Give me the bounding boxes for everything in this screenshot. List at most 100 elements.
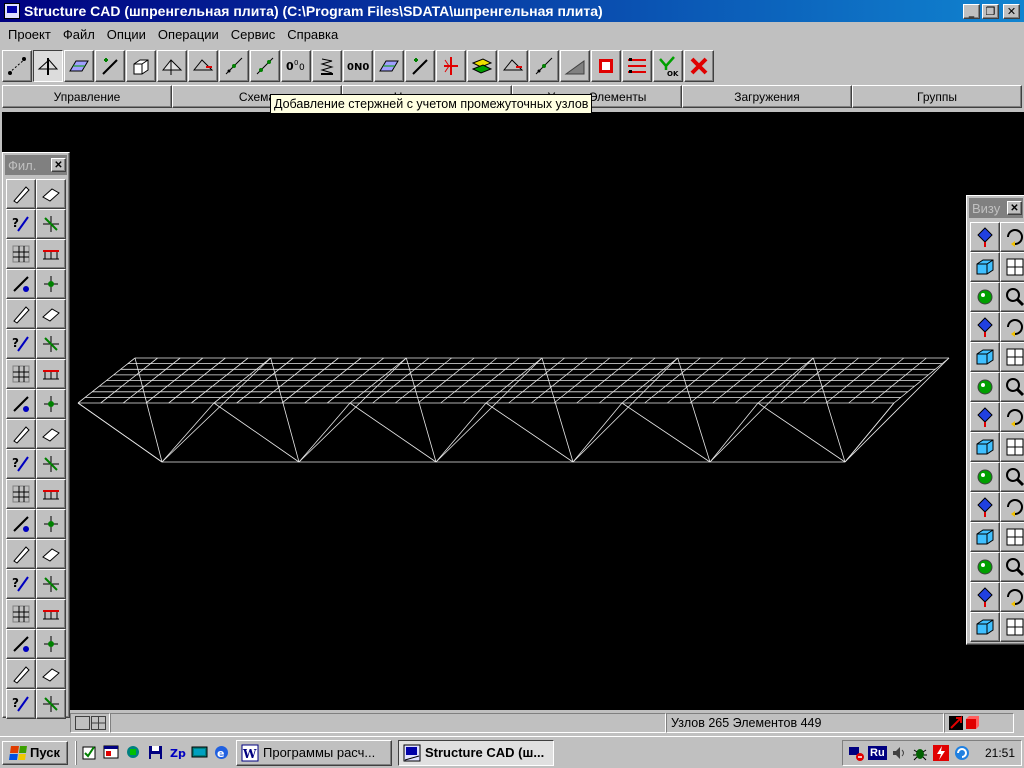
view-rotate-20[interactable] <box>1000 492 1024 522</box>
red-cross-icon[interactable] <box>684 50 714 82</box>
view-projection-7[interactable] <box>970 312 1000 342</box>
view-cube-15[interactable] <box>970 432 1000 462</box>
slab-icon[interactable] <box>560 50 590 82</box>
plane-arrow-icon[interactable] <box>188 50 218 82</box>
filter-node-35[interactable]: ? <box>6 689 36 719</box>
desktop-icon[interactable] <box>191 744 208 761</box>
red-box-icon[interactable] <box>591 50 621 82</box>
filter-node-3[interactable]: ? <box>6 209 36 239</box>
status-cell-views[interactable] <box>70 713 110 733</box>
visualization-palette-close-button[interactable]: ✕ <box>1007 201 1022 215</box>
menu-help[interactable]: Справка <box>281 25 344 44</box>
filter-eraser-26[interactable] <box>36 539 66 569</box>
view-projection-25[interactable] <box>970 582 1000 612</box>
grid-plane-icon[interactable] <box>64 50 94 82</box>
table-icon[interactable] <box>622 50 652 82</box>
filter-element-20[interactable] <box>36 449 66 479</box>
view-zoom-24[interactable] <box>1000 552 1024 582</box>
filter-bar-31[interactable] <box>6 629 36 659</box>
spring-icon[interactable] <box>312 50 342 82</box>
view-toggle-17[interactable] <box>970 462 1000 492</box>
tab-control[interactable]: Управление <box>2 85 172 108</box>
filter-pencil-9[interactable] <box>6 299 36 329</box>
bar-diag-icon[interactable] <box>219 50 249 82</box>
tab-groups[interactable]: Группы <box>852 85 1022 108</box>
filter-element-4[interactable] <box>36 209 66 239</box>
filter-element-28[interactable] <box>36 569 66 599</box>
filter-grid-21[interactable] <box>6 479 36 509</box>
view-cube-9[interactable] <box>970 342 1000 372</box>
task-button-structure-cad[interactable]: Structure CAD (ш... <box>398 739 554 766</box>
filter-joint-24[interactable] <box>36 509 66 539</box>
filter-joint-32[interactable] <box>36 629 66 659</box>
view-grid-16[interactable] <box>1000 432 1024 462</box>
zp-app-icon[interactable]: Zp <box>169 744 186 761</box>
mirror-icon[interactable] <box>436 50 466 82</box>
filter-bar-15[interactable] <box>6 389 36 419</box>
filter-node-27[interactable]: ? <box>6 569 36 599</box>
box-icon[interactable] <box>126 50 156 82</box>
volume-icon[interactable] <box>890 744 908 762</box>
filter-palette-close-button[interactable]: ✕ <box>51 158 66 172</box>
view-rotate-14[interactable] <box>1000 402 1024 432</box>
node-number-icon[interactable]: 000 <box>281 50 311 82</box>
menu-project[interactable]: Проект <box>2 25 57 44</box>
view-zoom-18[interactable] <box>1000 462 1024 492</box>
tab-loads[interactable]: Загружения <box>682 85 852 108</box>
view-toggle-23[interactable] <box>970 552 1000 582</box>
filter-eraser-10[interactable] <box>36 299 66 329</box>
notepad-check-icon[interactable] <box>81 744 98 761</box>
view-zoom-12[interactable] <box>1000 372 1024 402</box>
bug-tray-icon[interactable] <box>911 744 929 762</box>
filter-eraser-34[interactable] <box>36 659 66 689</box>
fragment-icon[interactable] <box>498 50 528 82</box>
filter-grid-29[interactable] <box>6 599 36 629</box>
filter-support-14[interactable] <box>36 359 66 389</box>
status-cell-icons[interactable] <box>944 713 1014 733</box>
nodes-diag-icon[interactable] <box>250 50 280 82</box>
view-grid-10[interactable] <box>1000 342 1024 372</box>
menu-file[interactable]: Файл <box>57 25 101 44</box>
filter-node-11[interactable]: ? <box>6 329 36 359</box>
filter-support-22[interactable] <box>36 479 66 509</box>
filter-eraser-2[interactable] <box>36 179 66 209</box>
view-toggle-5[interactable] <box>970 282 1000 312</box>
filter-grid-13[interactable] <box>6 359 36 389</box>
filter-element-12[interactable] <box>36 329 66 359</box>
network-icon[interactable] <box>125 744 142 761</box>
filter-eraser-18[interactable] <box>36 419 66 449</box>
menu-options[interactable]: Опции <box>101 25 152 44</box>
close-button[interactable]: ✕ <box>1003 3 1020 19</box>
filter-joint-16[interactable] <box>36 389 66 419</box>
view-cube-3[interactable] <box>970 252 1000 282</box>
filter-palette-titlebar[interactable]: Фил. ✕ <box>5 155 67 175</box>
update-tray-icon[interactable] <box>953 744 971 762</box>
view-rotate-26[interactable] <box>1000 582 1024 612</box>
view-rotate-2[interactable] <box>1000 222 1024 252</box>
task-button-programs[interactable]: W Программы расч... <box>236 739 392 766</box>
layers-icon[interactable] <box>467 50 497 82</box>
add-node-icon[interactable] <box>95 50 125 82</box>
save-disk-icon[interactable] <box>147 744 164 761</box>
view-projection-19[interactable] <box>970 492 1000 522</box>
ok-icon[interactable]: OK <box>653 50 683 82</box>
view-cube-27[interactable] <box>970 612 1000 642</box>
add-bars-icon[interactable] <box>33 50 63 82</box>
menu-service[interactable]: Сервис <box>225 25 282 44</box>
view-projection-1[interactable] <box>970 222 1000 252</box>
filter-pencil-17[interactable] <box>6 419 36 449</box>
start-button[interactable]: Пуск <box>2 740 68 765</box>
view-grid-22[interactable] <box>1000 522 1024 552</box>
network-tray-icon[interactable] <box>847 744 865 762</box>
move-nodes-icon[interactable] <box>405 50 435 82</box>
view-projection-13[interactable] <box>970 402 1000 432</box>
filter-grid-5[interactable] <box>6 239 36 269</box>
view-zoom-6[interactable] <box>1000 282 1024 312</box>
visualization-palette-titlebar[interactable]: Визу ✕ <box>969 198 1023 218</box>
view-grid-28[interactable] <box>1000 612 1024 642</box>
filter-support-30[interactable] <box>36 599 66 629</box>
filter-pencil-1[interactable] <box>6 179 36 209</box>
view-cube-21[interactable] <box>970 522 1000 552</box>
filter-pencil-25[interactable] <box>6 539 36 569</box>
filter-joint-8[interactable] <box>36 269 66 299</box>
